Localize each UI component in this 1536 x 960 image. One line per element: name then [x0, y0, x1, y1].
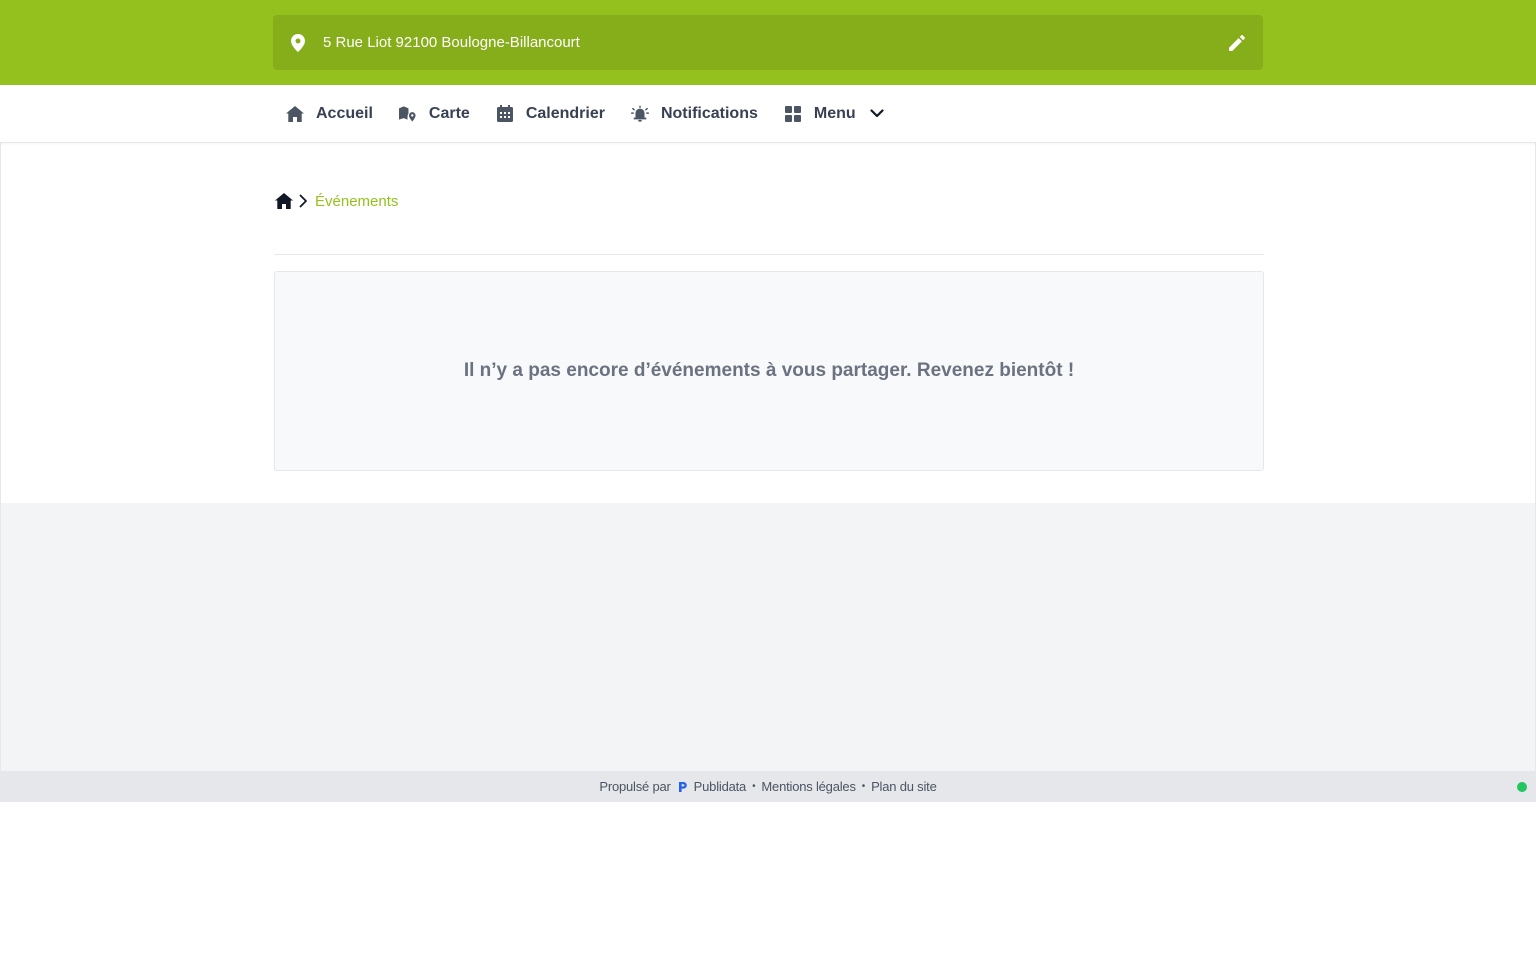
- page-background: [1, 503, 1535, 771]
- home-icon: [286, 105, 304, 123]
- sitemap-link[interactable]: Plan du site: [871, 779, 937, 794]
- main-navbar: Accueil Carte Calendrier Notifications M…: [0, 85, 1536, 143]
- nav-label-accueil: Accueil: [316, 104, 373, 122]
- breadcrumb: Événements: [275, 190, 398, 212]
- nav-item-carte[interactable]: Carte: [386, 85, 483, 142]
- nav-label-notifications: Notifications: [660, 104, 758, 122]
- footer: Propulsé par Publidata • Mentions légale…: [0, 771, 1536, 802]
- top-bar: 5 Rue Liot 92100 Boulogne-Billancourt: [0, 0, 1536, 85]
- status-indicator: [1517, 782, 1527, 792]
- home-icon[interactable]: [275, 192, 293, 210]
- map-pin-icon: [290, 33, 306, 52]
- nav-menu: Accueil Carte Calendrier Notifications M…: [273, 85, 897, 142]
- publidata-link[interactable]: Publidata: [694, 779, 747, 794]
- grid-icon: [784, 105, 802, 123]
- separator-dot: •: [752, 781, 756, 792]
- empty-state: Il n’y a pas encore d’événements à vous …: [274, 271, 1264, 471]
- nav-item-menu[interactable]: Menu: [771, 85, 897, 142]
- nav-label-menu: Menu: [813, 104, 856, 122]
- calendar-icon: [496, 105, 514, 123]
- breadcrumb-current: Événements: [315, 192, 399, 210]
- address-bar[interactable]: 5 Rue Liot 92100 Boulogne-Billancourt: [273, 15, 1263, 70]
- map-icon: [398, 105, 417, 123]
- chevron-down-icon: [870, 107, 884, 121]
- chevron-right-icon: [299, 194, 309, 208]
- address-text: 5 Rue Liot 92100 Boulogne-Billancourt: [323, 34, 580, 51]
- pencil-icon[interactable]: [1228, 34, 1246, 52]
- empty-message: Il n’y a pas encore d’événements à vous …: [463, 360, 1075, 381]
- nav-label-calendrier: Calendrier: [525, 104, 605, 122]
- nav-item-notifications[interactable]: Notifications: [618, 85, 771, 142]
- powered-by-text: Propulsé par: [599, 779, 671, 794]
- legal-link[interactable]: Mentions légales: [761, 779, 856, 794]
- nav-item-calendrier[interactable]: Calendrier: [483, 85, 618, 142]
- divider: [274, 254, 1264, 255]
- alarm-bell-icon: [630, 105, 649, 123]
- nav-label-carte: Carte: [428, 104, 470, 122]
- nav-item-accueil[interactable]: Accueil: [273, 85, 386, 142]
- separator-dot: •: [861, 781, 866, 792]
- publidata-logo-icon: [678, 781, 689, 793]
